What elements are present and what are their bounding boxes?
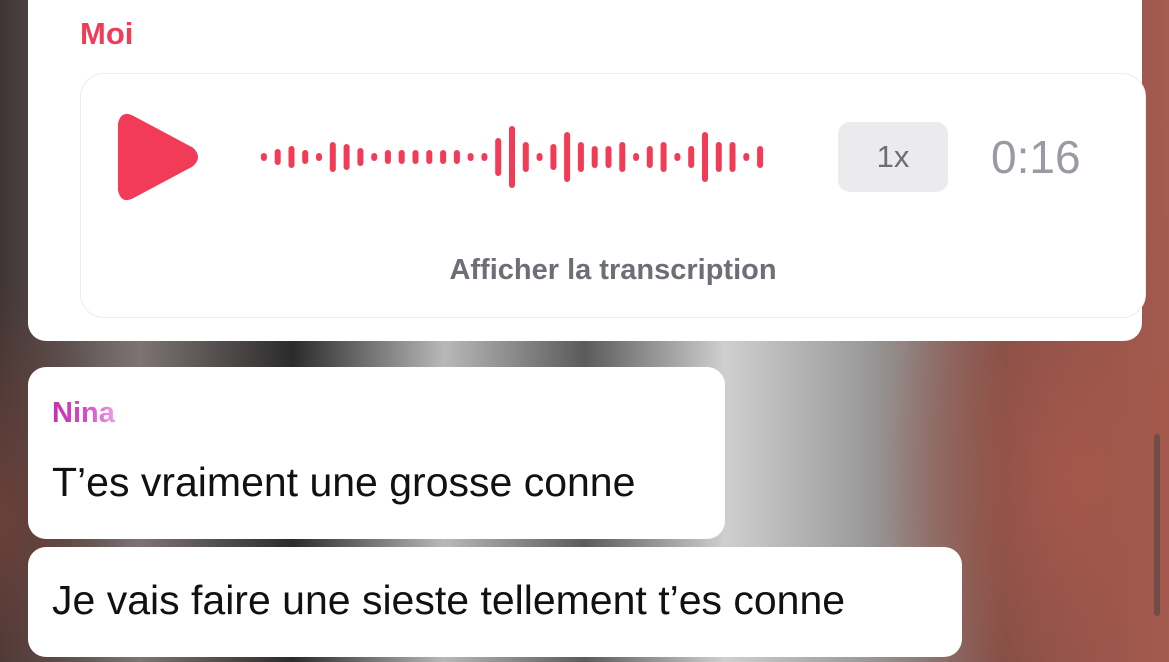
play-button[interactable]: [117, 112, 199, 202]
waveform-bar: [674, 153, 681, 161]
waveform-bar: [757, 146, 764, 168]
waveform-bar: [329, 142, 336, 172]
waveform-bar: [729, 142, 736, 172]
waveform-bar: [384, 150, 391, 164]
waveform-bar: [316, 153, 322, 161]
message-card-nina: Nina T’es vraiment une grosse conne: [28, 367, 725, 539]
waveform-bar: [288, 146, 295, 168]
waveform-bar: [619, 142, 626, 172]
voice-duration: 0:16: [991, 131, 1081, 183]
waveform-bar: [440, 150, 447, 164]
scrollbar[interactable]: [1154, 434, 1160, 616]
waveform-bar: [412, 150, 419, 164]
show-transcription-link[interactable]: Afficher la transcription: [81, 254, 1145, 287]
waveform-bar: [743, 153, 750, 161]
waveform-bar: [371, 153, 378, 161]
sender-name-nina: Nina: [52, 397, 115, 429]
waveform-bar: [495, 138, 502, 176]
waveform-bar: [398, 150, 405, 164]
waveform-bar: [591, 146, 598, 168]
waveform-bar: [550, 144, 557, 170]
message-card-nina-followup: Je vais faire une sieste tellement t’es …: [28, 547, 962, 657]
waveform-bar: [646, 146, 653, 168]
waveform-bar: [605, 146, 612, 168]
waveform-bar: [577, 142, 584, 172]
waveform-bar: [260, 153, 267, 161]
waveform-bar: [660, 142, 667, 172]
message-text: Je vais faire une sieste tellement t’es …: [52, 577, 846, 623]
waveform-bar: [453, 150, 460, 164]
waveform-bar: [564, 132, 571, 182]
waveform-bar: [481, 153, 488, 161]
play-icon: [118, 113, 198, 201]
playback-speed-button[interactable]: 1x: [838, 122, 948, 192]
message-text: T’es vraiment une grosse conne: [52, 459, 636, 505]
waveform-bar: [274, 149, 281, 165]
waveform-bar: [467, 153, 474, 161]
waveform-bar: [509, 126, 515, 188]
waveform-bar: [357, 148, 364, 166]
waveform-bar: [715, 142, 722, 172]
waveform-bar: [426, 150, 433, 164]
message-card-moi: Moi 1x 0:16 Afficher la transcription: [28, 0, 1146, 341]
waveform-bar: [633, 153, 640, 161]
waveform-bar: [343, 144, 350, 170]
sender-name-moi: Moi: [80, 16, 134, 51]
waveform-bar: [302, 150, 309, 164]
voice-note: 1x 0:16 Afficher la transcription: [80, 73, 1146, 318]
waveform-bar: [702, 132, 708, 182]
waveform-bar: [688, 146, 695, 168]
waveform-bar: [522, 142, 529, 172]
waveform-bar: [536, 153, 543, 161]
audio-waveform[interactable]: [257, 124, 767, 190]
